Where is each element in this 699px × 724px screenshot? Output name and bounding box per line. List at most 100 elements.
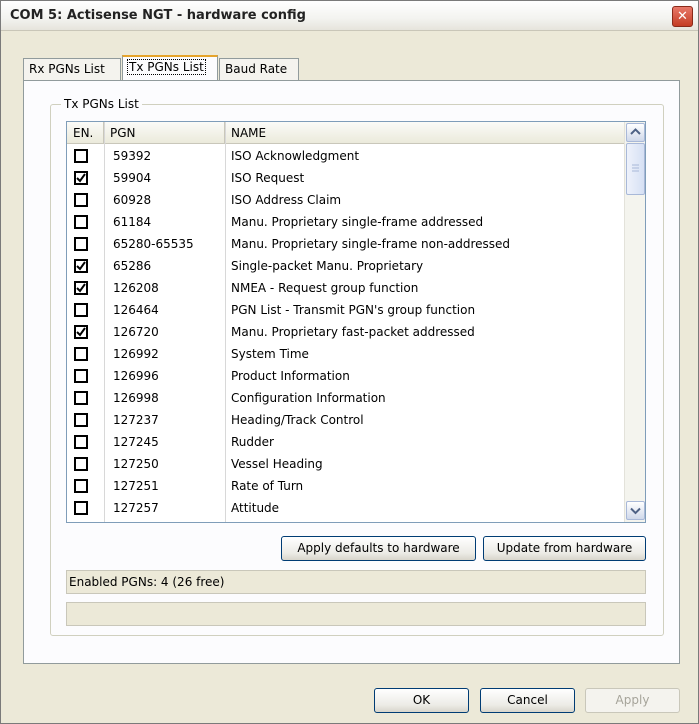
- column-header-enabled[interactable]: EN.: [67, 122, 104, 144]
- pgn-cell: 61184: [113, 215, 152, 229]
- enable-checkbox[interactable]: [74, 479, 88, 493]
- tab-baud-rate[interactable]: Baud Rate: [219, 58, 299, 80]
- tab-rx-pgns-list[interactable]: Rx PGNs List: [23, 58, 121, 80]
- chevron-down-icon: [630, 507, 641, 515]
- enable-checkbox[interactable]: [74, 457, 88, 471]
- name-cell: Attitude: [231, 501, 280, 515]
- close-button[interactable]: ✕: [672, 6, 693, 27]
- enable-checkbox[interactable]: [74, 435, 88, 449]
- pgn-cell: 126208: [113, 281, 159, 295]
- name-cell: ISO Address Claim: [231, 193, 342, 207]
- list-header: EN. PGN NAME: [67, 122, 625, 144]
- name-cell: NMEA - Request group function: [231, 281, 419, 295]
- scroll-down-button[interactable]: [626, 501, 645, 520]
- name-cell: System Time: [231, 347, 309, 361]
- table-row[interactable]: 59392 ISO Acknowledgment: [67, 145, 625, 167]
- name-cell: Vessel Heading: [231, 457, 323, 471]
- enable-checkbox[interactable]: [74, 413, 88, 427]
- pgn-cell: 126998: [113, 391, 159, 405]
- chevron-up-icon: [630, 128, 641, 135]
- name-cell: ISO Request: [231, 171, 305, 185]
- pgn-cell: 127251: [113, 479, 159, 493]
- name-cell: ISO Acknowledgment: [231, 149, 360, 163]
- window-title: COM 5: Actisense NGT - hardware config: [10, 8, 306, 23]
- table-row[interactable]: 127237 Heading/Track Control: [67, 409, 625, 431]
- name-cell: Rate of Turn: [231, 479, 304, 493]
- enable-checkbox[interactable]: [74, 501, 88, 515]
- name-cell: Manu. Proprietary single-frame non-addre…: [231, 237, 511, 251]
- enable-checkbox[interactable]: [74, 171, 88, 185]
- name-cell: Product Information: [231, 369, 350, 383]
- grip-icon: [632, 164, 639, 172]
- check-icon: [76, 327, 86, 337]
- tab-label: Rx PGNs List: [29, 62, 105, 76]
- enable-checkbox[interactable]: [74, 325, 88, 339]
- pgn-list[interactable]: EN. PGN NAME 59392 ISO Acknowledgment 59…: [66, 121, 646, 523]
- enable-checkbox[interactable]: [74, 237, 88, 251]
- scroll-up-button[interactable]: [626, 123, 645, 142]
- tab-panel: Tx PGNs List EN. PGN NAME 59392 ISO Ackn…: [23, 80, 680, 664]
- check-icon: [76, 283, 86, 293]
- enable-checkbox[interactable]: [74, 281, 88, 295]
- table-row[interactable]: 126208 NMEA - Request group function: [67, 277, 625, 299]
- table-row[interactable]: 59904 ISO Request: [67, 167, 625, 189]
- table-row[interactable]: 61184 Manu. Proprietary single-frame add…: [67, 211, 625, 233]
- pgn-cell: 126996: [113, 369, 159, 383]
- cancel-button[interactable]: Cancel: [480, 688, 575, 713]
- secondary-status: [66, 602, 646, 626]
- table-row[interactable]: 65280-65535 Manu. Proprietary single-fra…: [67, 233, 625, 255]
- update-from-hardware-button[interactable]: Update from hardware: [483, 536, 646, 561]
- apply-button[interactable]: Apply: [585, 688, 680, 713]
- table-row[interactable]: 60928 ISO Address Claim: [67, 189, 625, 211]
- enable-checkbox[interactable]: [74, 347, 88, 361]
- enable-checkbox[interactable]: [74, 259, 88, 273]
- title-bar[interactable]: COM 5: Actisense NGT - hardware config ✕: [1, 1, 698, 31]
- tab-label: Baud Rate: [225, 62, 288, 76]
- pgn-cell: 127257: [113, 501, 159, 515]
- tx-pgns-groupbox: Tx PGNs List EN. PGN NAME 59392 ISO Ackn…: [50, 97, 664, 636]
- pgn-cell: 126464: [113, 303, 159, 317]
- enable-checkbox[interactable]: [74, 149, 88, 163]
- enable-checkbox[interactable]: [74, 391, 88, 405]
- name-cell: Rudder: [231, 435, 274, 449]
- table-row[interactable]: 65286 Single-packet Manu. Proprietary: [67, 255, 625, 277]
- pgn-cell: 127237: [113, 413, 159, 427]
- pgn-cell: 127245: [113, 435, 159, 449]
- name-cell: Manu. Proprietary fast-packet addressed: [231, 325, 475, 339]
- table-row[interactable]: 127245 Rudder: [67, 431, 625, 453]
- pgn-cell: 65280-65535: [113, 237, 194, 251]
- column-header-name[interactable]: NAME: [225, 122, 625, 144]
- column-header-pgn[interactable]: PGN: [104, 122, 225, 144]
- dialog-window: COM 5: Actisense NGT - hardware config ✕…: [0, 0, 699, 724]
- pgn-cell: 127250: [113, 457, 159, 471]
- name-cell: Manu. Proprietary single-frame addressed: [231, 215, 484, 229]
- table-row[interactable]: 127250 Vessel Heading: [67, 453, 625, 475]
- table-row[interactable]: 126998 Configuration Information: [67, 387, 625, 409]
- apply-defaults-button[interactable]: Apply defaults to hardware: [281, 536, 476, 561]
- check-icon: [76, 173, 86, 183]
- pgn-cell: 126720: [113, 325, 159, 339]
- enable-checkbox[interactable]: [74, 369, 88, 383]
- vertical-scrollbar[interactable]: [624, 122, 645, 522]
- pgn-cell: 59392: [113, 149, 152, 163]
- name-cell: Single-packet Manu. Proprietary: [231, 259, 424, 273]
- enable-checkbox[interactable]: [74, 303, 88, 317]
- tab-tx-pgns-list[interactable]: Tx PGNs List: [122, 55, 218, 81]
- table-row[interactable]: 127257 Attitude: [67, 497, 625, 519]
- name-cell: Configuration Information: [231, 391, 386, 405]
- check-icon: [76, 261, 86, 271]
- table-row[interactable]: 126720 Manu. Proprietary fast-packet add…: [67, 321, 625, 343]
- enable-checkbox[interactable]: [74, 215, 88, 229]
- enabled-pgns-status: Enabled PGNs: 4 (26 free): [66, 570, 646, 594]
- table-row[interactable]: 126996 Product Information: [67, 365, 625, 387]
- enable-checkbox[interactable]: [74, 193, 88, 207]
- scroll-thumb[interactable]: [626, 143, 645, 195]
- name-cell: Heading/Track Control: [231, 413, 364, 427]
- table-row[interactable]: 126992 System Time: [67, 343, 625, 365]
- pgn-cell: 59904: [113, 171, 152, 185]
- group-label: Tx PGNs List: [61, 97, 142, 111]
- ok-button[interactable]: OK: [374, 688, 469, 713]
- pgn-cell: 65286: [113, 259, 152, 273]
- table-row[interactable]: 126464 PGN List - Transmit PGN's group f…: [67, 299, 625, 321]
- table-row[interactable]: 127251 Rate of Turn: [67, 475, 625, 497]
